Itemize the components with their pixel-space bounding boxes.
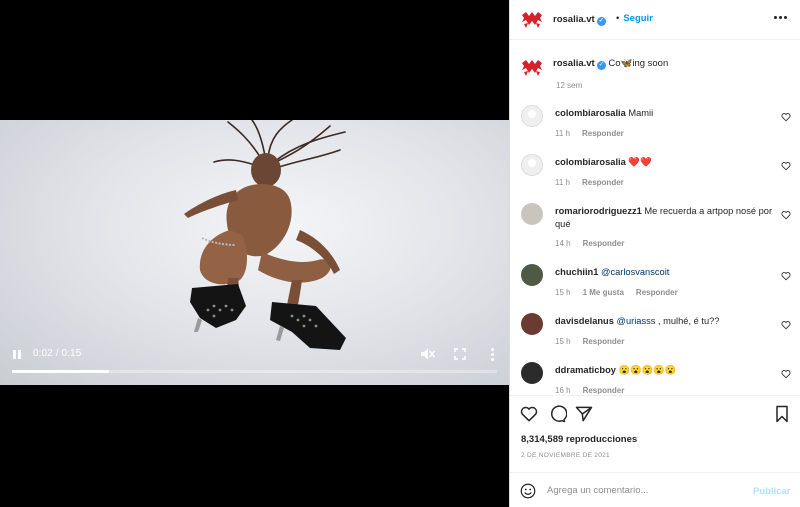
comment-body: ddramaticboy 😮😮😮😮😮	[555, 364, 775, 377]
comment-body: davisdelanus @uriasss , mulhé, é tu??	[555, 315, 775, 328]
comment-age[interactable]: 11 h	[555, 129, 570, 138]
comment-body: colombiarosalia Mamii	[555, 107, 775, 120]
comment-meta: 11 h Responder	[555, 178, 624, 187]
avatar[interactable]	[521, 203, 543, 225]
video-progress-bar[interactable]	[12, 370, 497, 373]
avatar[interactable]	[521, 313, 543, 335]
bookmark-icon[interactable]	[772, 404, 792, 424]
follow-button[interactable]: • Seguir	[616, 13, 653, 24]
comment-body: colombiarosalia ❤️❤️	[555, 156, 775, 169]
like-heart-icon[interactable]	[781, 161, 791, 171]
share-send-icon[interactable]	[574, 404, 594, 424]
comment-age[interactable]: 15 h	[555, 288, 571, 297]
post-header: rosalia.vt ✓ • Seguir	[510, 0, 800, 40]
comment-age[interactable]: 16 h	[555, 386, 571, 394]
follow-label: Seguir	[623, 13, 653, 24]
avatar[interactable]	[521, 154, 543, 176]
avatar[interactable]	[521, 264, 543, 286]
avatar[interactable]	[521, 362, 543, 384]
pause-icon[interactable]	[10, 347, 24, 361]
like-heart-icon[interactable]	[781, 369, 791, 379]
post-actions: 8,314,589 reproducciones 2 DE NOVIEMBRE …	[510, 395, 800, 507]
instagram-post: 0:02 / 0:15 rosalia.vt ✓ • Seguir rosali…	[0, 0, 800, 507]
video-more-options-icon[interactable]	[485, 346, 499, 362]
rosalia-logo-avatar[interactable]	[520, 8, 544, 32]
post-date[interactable]: 2 DE NOVIEMBRE DE 2021	[521, 452, 610, 459]
controls-shade	[0, 452, 509, 507]
comment-body: chuchiin1 @carlosvanscoit	[555, 266, 775, 279]
post-side-panel: rosalia.vt ✓ • Seguir rosalia.vt ✓ Co🦋ing s…	[509, 0, 800, 507]
comment-likes[interactable]: 1 Me gusta	[583, 288, 624, 297]
comment-text: Mamii	[628, 108, 654, 118]
like-heart-icon[interactable]	[781, 320, 791, 330]
caption-avatar[interactable]	[520, 56, 544, 80]
muted-speaker-icon[interactable]	[419, 346, 435, 362]
comment-username[interactable]: colombiarosalia	[555, 108, 626, 118]
verified-badge-icon: ✓	[596, 17, 606, 26]
comment-age[interactable]: 15 h	[555, 337, 571, 346]
comment-username[interactable]: colombiarosalia	[555, 157, 626, 167]
fullscreen-icon[interactable]	[452, 346, 468, 362]
view-count[interactable]: 8,314,589 reproducciones	[521, 434, 637, 445]
caption: rosalia.vt ✓ Co🦋ing soon 12 sem	[510, 41, 800, 101]
comment-meta: 15 h Responder	[555, 337, 624, 346]
comment-username[interactable]: chuchiin1	[555, 267, 598, 277]
like-heart-icon[interactable]	[781, 112, 791, 122]
comments-list[interactable]: rosalia.vt ✓ Co🦋ing soon 12 sem colombiar…	[510, 41, 800, 394]
avatar[interactable]	[521, 105, 543, 127]
reply-button[interactable]: Responder	[583, 386, 625, 394]
caption-text: Co🦋ing soon	[608, 58, 669, 69]
emoji-icon[interactable]	[519, 482, 537, 500]
comment-body: romariorodriguezz1 Me recuerda a artpop …	[555, 205, 775, 231]
comment-bubble-icon[interactable]	[547, 404, 567, 424]
more-options-icon[interactable]	[774, 16, 787, 19]
reply-button[interactable]: Responder	[582, 129, 624, 138]
reply-button[interactable]: Responder	[636, 288, 678, 297]
comment-age[interactable]: 14 h	[555, 239, 571, 248]
video-player[interactable]: 0:02 / 0:15	[0, 0, 509, 507]
header-username[interactable]: rosalia.vt ✓	[553, 14, 606, 26]
reply-button[interactable]: Responder	[583, 239, 625, 248]
comment-text: 😮😮😮😮😮	[618, 365, 677, 375]
header-username-text: rosalia.vt	[553, 14, 595, 25]
video-progress-fill	[12, 370, 109, 373]
like-heart-icon[interactable]	[781, 210, 791, 220]
like-heart-icon[interactable]	[519, 404, 539, 424]
comment-mention[interactable]: @uriasss	[617, 316, 656, 326]
comment-meta: 16 h Responder	[555, 386, 624, 394]
comment-mention[interactable]: @carlosvanscoit	[601, 267, 669, 277]
header-separator: •	[616, 13, 620, 24]
comment-meta: 15 h 1 Me gusta Responder	[555, 288, 678, 297]
comment-text: , mulhé, é tu??	[655, 316, 720, 326]
verified-badge-icon: ✓	[596, 61, 606, 70]
comment-meta: 11 h Responder	[555, 129, 624, 138]
comment-username[interactable]: ddramaticboy	[555, 365, 616, 375]
add-comment-box: Publicar	[510, 472, 800, 507]
comment-input[interactable]	[547, 481, 747, 499]
comment-text: ❤️❤️	[628, 157, 652, 167]
caption-username[interactable]: rosalia.vt	[553, 58, 595, 69]
reply-button[interactable]: Responder	[582, 178, 624, 187]
publish-button[interactable]: Publicar	[753, 486, 791, 497]
caption-text-line: rosalia.vt ✓ Co🦋ing soon	[553, 58, 668, 70]
comment-username[interactable]: romariorodriguezz1	[555, 206, 642, 216]
comment-meta: 14 h Responder	[555, 239, 624, 248]
comment-username[interactable]: davisdelanus	[555, 316, 614, 326]
caption-age: 12 sem	[556, 81, 583, 90]
comment-age[interactable]: 11 h	[555, 178, 570, 187]
video-time: 0:02 / 0:15	[33, 348, 82, 359]
like-heart-icon[interactable]	[781, 271, 791, 281]
reply-button[interactable]: Responder	[583, 337, 625, 346]
